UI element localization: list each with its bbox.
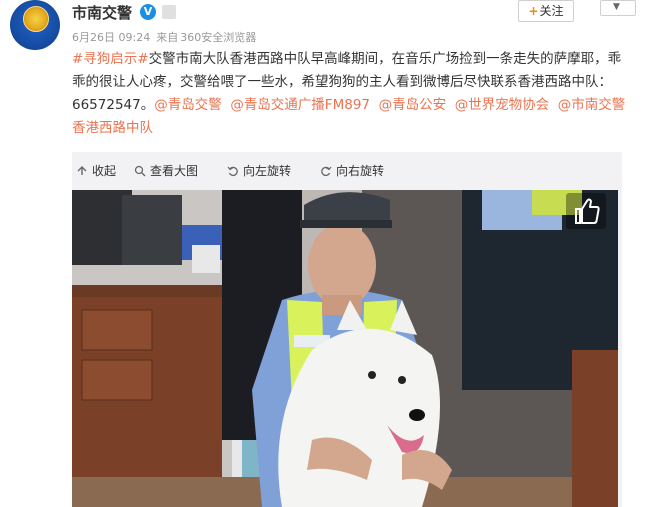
rotate-right-icon xyxy=(321,166,332,177)
post-via: 来自 xyxy=(156,31,179,44)
rotate-right-label: 向右旋转 xyxy=(336,164,385,178)
thumbs-up-icon xyxy=(575,198,600,224)
chevron-down-icon: ▼ xyxy=(613,2,620,12)
post-photo[interactable] xyxy=(72,190,618,507)
like-button[interactable] xyxy=(566,193,606,229)
rotate-right-button[interactable]: 向右旋转 xyxy=(320,162,384,179)
account-avatar[interactable] xyxy=(10,0,60,50)
mention-link[interactable]: @世界宠物协会 xyxy=(455,97,550,113)
follow-button[interactable]: +关注 xyxy=(518,0,574,22)
post-source[interactable]: 360安全浏览器 xyxy=(180,31,256,44)
police-emblem-icon xyxy=(23,6,49,32)
verified-badge-icon: V xyxy=(140,4,156,20)
account-name[interactable]: 市南交警 xyxy=(72,2,132,23)
mention-link[interactable]: @青岛交通广播FM897 xyxy=(230,97,370,113)
weibo-post-card: 市南交警 V 6月26日 09:24 来自 360安全浏览器 +关注 ▼ #寻狗启示… xyxy=(0,0,650,507)
follow-label: 关注 xyxy=(539,4,564,18)
post-time[interactable]: 6月26日 09:24 xyxy=(72,31,150,44)
collapse-label: 收起 xyxy=(92,164,117,178)
mention-link[interactable]: @青岛交警 xyxy=(154,97,222,113)
collapse-button[interactable]: 收起 xyxy=(76,162,116,179)
collapse-icon xyxy=(77,166,87,175)
rotate-left-icon xyxy=(227,166,238,177)
view-large-label: 查看大图 xyxy=(150,164,199,178)
magnifier-icon xyxy=(134,165,146,177)
rotate-left-button[interactable]: 向左旋转 xyxy=(227,162,291,179)
post-text: #寻狗启示#交警市南大队香港西路中队早高峰期间，在音乐广场捡到一条走失的萨摩耶，… xyxy=(72,48,632,140)
plus-icon: + xyxy=(528,4,539,18)
photo-scene xyxy=(72,190,618,507)
rotate-left-label: 向左旋转 xyxy=(243,164,292,178)
view-large-button[interactable]: 查看大图 xyxy=(134,162,198,179)
post-meta: 6月26日 09:24 来自 360安全浏览器 xyxy=(72,29,262,45)
member-icon xyxy=(162,5,176,19)
hashtag-link[interactable]: #寻狗启示# xyxy=(72,51,149,67)
mention-link[interactable]: @青岛公安 xyxy=(379,97,447,113)
more-menu-button[interactable]: ▼ xyxy=(600,0,636,16)
